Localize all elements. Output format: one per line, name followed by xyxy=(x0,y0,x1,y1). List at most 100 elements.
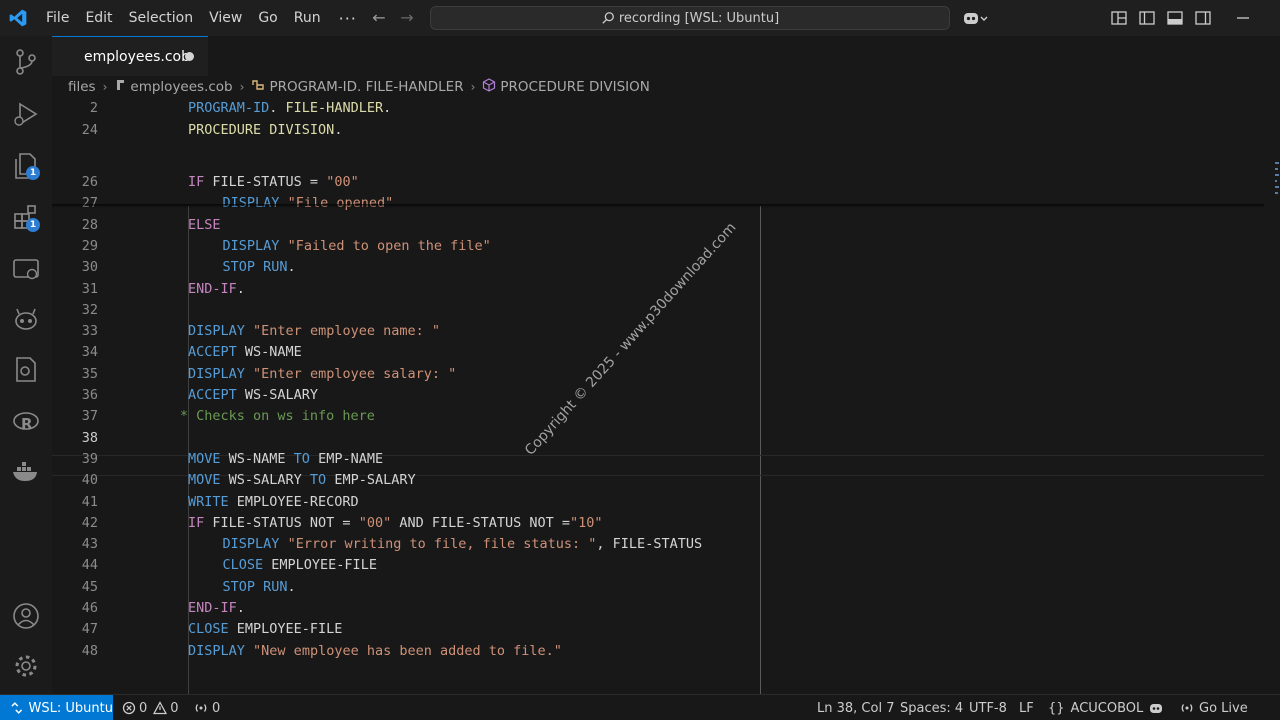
indentation[interactable]: Spaces: 4 xyxy=(900,695,963,720)
vscode-logo-icon[interactable] xyxy=(8,8,28,28)
line-text: WRITE EMPLOYEE-RECORD xyxy=(188,492,359,513)
extensions-icon[interactable]: 1 xyxy=(10,202,42,234)
code-token: DISPLAY xyxy=(188,323,245,340)
menu-selection[interactable]: Selection xyxy=(121,0,202,36)
cursor-position[interactable]: Ln 38, Col 7 xyxy=(817,695,894,720)
forward-arrow-icon[interactable]: → xyxy=(398,9,416,27)
menu-view[interactable]: View xyxy=(201,0,250,36)
line-number: 28 xyxy=(81,216,98,233)
accounts-icon[interactable] xyxy=(10,600,42,632)
code-line[interactable]: 46 END-IF. xyxy=(52,598,1262,619)
code-token: DISPLAY xyxy=(188,365,245,382)
code-line[interactable]: 42 IF FILE-STATUS NOT = "00" AND FILE-STA… xyxy=(52,513,1262,534)
explorer-icon[interactable]: 1 xyxy=(10,150,42,182)
customize-layout-icon[interactable] xyxy=(1110,9,1128,27)
code-editor[interactable]: 26IF FILE-STATUS = "00"27DISPLAY "File o… xyxy=(52,98,1280,720)
encoding[interactable]: UTF-8 xyxy=(969,695,1007,720)
settings-gear-icon[interactable] xyxy=(10,650,42,682)
code-line[interactable]: 24 PROCEDURE DIVISION. xyxy=(52,120,1262,141)
code-token: . xyxy=(287,259,296,276)
code-line[interactable]: 35 DISPLAY "Enter employee salary: " xyxy=(52,364,1262,385)
code-line[interactable]: 41 WRITE EMPLOYEE-RECORD xyxy=(52,492,1262,513)
go-live-button[interactable]: Go Live xyxy=(1180,695,1248,720)
code-line[interactable]: 37 * Checks on ws info here xyxy=(52,406,1262,427)
minimize-window-icon[interactable] xyxy=(1234,9,1252,27)
code-line[interactable]: 26 IF FILE-STATUS = "00" xyxy=(52,172,1262,193)
remote-indicator[interactable]: WSL: Ubuntu xyxy=(0,695,113,720)
remote-explorer-icon[interactable] xyxy=(10,254,42,286)
code-line[interactable]: 29 DISPLAY "Failed to open the file" xyxy=(52,236,1262,257)
copilot-status-icon[interactable] xyxy=(1148,700,1164,716)
copilot-icon[interactable] xyxy=(962,9,988,27)
activity-bar: 1 1 R xyxy=(0,36,52,694)
line-text: END-IF. xyxy=(188,279,245,300)
code-line[interactable]: 2 PROGRAM-ID. FILE-HANDLER. xyxy=(52,98,1262,119)
line-number: 36 xyxy=(81,387,98,403)
problems-indicator[interactable]: 0 0 xyxy=(122,695,179,720)
code-token: WRITE xyxy=(188,493,229,510)
code-line[interactable]: 47 CLOSE EMPLOYEE-FILE xyxy=(52,619,1262,640)
end-of-line[interactable]: LF xyxy=(1019,695,1034,720)
minimap-strip[interactable] xyxy=(1274,160,1280,220)
code-token: . xyxy=(287,578,296,595)
code-token: ACCEPT xyxy=(188,387,237,403)
menu-more-button[interactable]: ··· xyxy=(329,9,367,28)
copilot-chat-icon[interactable] xyxy=(10,304,42,336)
code-line[interactable]: 33 DISPLAY "Enter employee name: " xyxy=(52,321,1262,342)
toggle-panel-icon[interactable] xyxy=(1166,9,1184,27)
code-token: EMP-SALARY xyxy=(326,472,416,489)
code-line[interactable]: 43 DISPLAY "Error writing to file, file s… xyxy=(52,534,1262,555)
code-line[interactable]: 44 CLOSE EMPLOYEE-FILE xyxy=(52,555,1262,576)
code-token: * Checks on ws info here xyxy=(179,408,375,425)
source-control-icon[interactable] xyxy=(10,46,42,78)
code-line[interactable]: 34 ACCEPT WS-NAME xyxy=(52,342,1262,363)
run-debug-icon[interactable] xyxy=(10,98,42,130)
docker-icon[interactable] xyxy=(10,456,42,488)
breadcrumb-folder[interactable]: files xyxy=(68,79,96,95)
back-arrow-icon[interactable]: ← xyxy=(370,9,388,27)
breadcrumb-file[interactable]: employees.cob xyxy=(130,79,232,95)
breadcrumb-program-id[interactable]: PROGRAM-ID. FILE-HANDLER xyxy=(269,79,463,95)
tab-employees-cob[interactable]: employees.cob xyxy=(52,36,208,76)
ports-indicator[interactable]: 0 xyxy=(194,695,220,720)
line-text: ACCEPT WS-NAME xyxy=(188,342,302,363)
line-number: 26 xyxy=(81,174,98,190)
language-mode[interactable]: {} ACUCOBOL xyxy=(1048,695,1143,720)
code-line[interactable]: 36 ACCEPT WS-SALARY xyxy=(52,385,1262,406)
code-token: STOP RUN xyxy=(222,578,288,595)
code-line[interactable]: 30 STOP RUN. xyxy=(52,257,1262,278)
code-line[interactable]: 39 MOVE WS-NAME TO EMP-NAME xyxy=(52,449,1262,470)
menu-edit[interactable]: Edit xyxy=(77,0,120,36)
menu-go[interactable]: Go xyxy=(250,0,285,36)
r-language-icon[interactable]: R xyxy=(10,406,42,438)
toggle-secondary-sidebar-icon[interactable] xyxy=(1194,9,1212,27)
code-line[interactable]: 45 STOP RUN. xyxy=(52,577,1262,598)
menu-file[interactable]: File xyxy=(38,0,77,36)
line-text: END-IF. xyxy=(188,598,245,619)
tab-bar: employees.cob xyxy=(52,36,1280,76)
code-token: DISPLAY xyxy=(188,642,245,659)
line-text: PROGRAM-ID. FILE-HANDLER. xyxy=(188,98,391,119)
code-line[interactable]: 38 xyxy=(52,428,1262,449)
chevron-right-icon: › xyxy=(102,80,108,94)
code-line[interactable]: 40 MOVE WS-SALARY TO EMP-SALARY xyxy=(52,470,1262,491)
chevron-right-icon: › xyxy=(470,80,476,94)
error-icon xyxy=(122,701,136,715)
line-text: IF FILE-STATUS = "00" xyxy=(188,172,359,193)
command-center-search[interactable]: recording [WSL: Ubuntu] xyxy=(430,6,950,30)
line-number: 44 xyxy=(81,557,98,574)
breadcrumb-procedure[interactable]: PROCEDURE DIVISION xyxy=(500,79,649,95)
code-line[interactable]: 28 ELSE xyxy=(52,215,1262,236)
unsaved-dot-icon[interactable] xyxy=(185,52,194,61)
code-line[interactable]: 48 DISPLAY "New employee has been added t… xyxy=(52,641,1262,662)
testing-icon[interactable] xyxy=(10,354,42,386)
toggle-primary-sidebar-icon[interactable] xyxy=(1138,9,1156,27)
code-token: "10" xyxy=(570,514,603,531)
code-token: DISPLAY xyxy=(222,536,280,553)
line-number: 48 xyxy=(81,642,98,659)
menu-run[interactable]: Run xyxy=(286,0,329,36)
code-token: EMPLOYEE-FILE xyxy=(228,621,343,638)
line-number: 45 xyxy=(81,578,98,595)
